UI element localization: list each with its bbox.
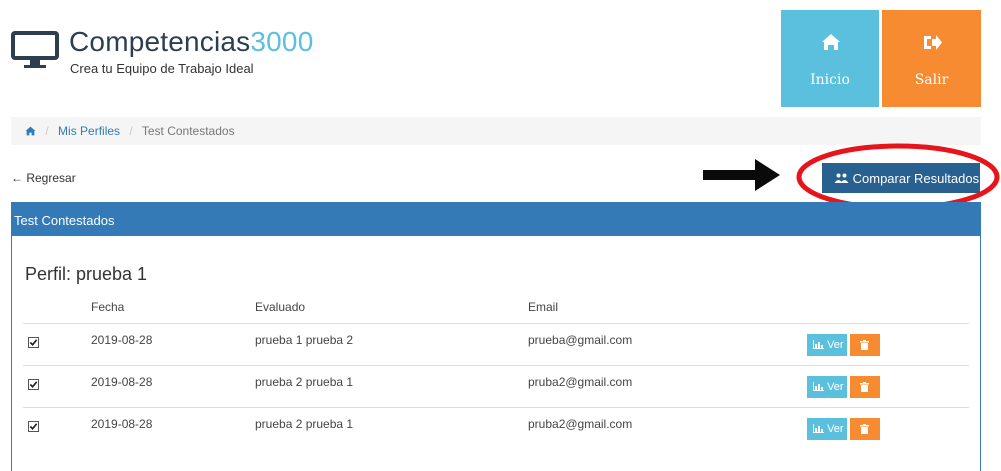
bar-chart-icon bbox=[813, 382, 824, 391]
breadcrumb: / Mis Perfiles / Test Contestados bbox=[11, 117, 981, 145]
cell-evaluated: prueba 1 prueba 2 bbox=[255, 333, 354, 347]
view-label: Ver bbox=[827, 423, 844, 435]
cell-email: prueba@gmail.com bbox=[528, 333, 633, 347]
breadcrumb-separator: / bbox=[45, 124, 49, 138]
row-checkbox[interactable] bbox=[28, 337, 39, 348]
brand-subtitle: Crea tu Equipo de Trabajo Ideal bbox=[70, 61, 254, 76]
panel-title: Test Contestados bbox=[12, 203, 980, 236]
row-checkbox[interactable] bbox=[28, 379, 39, 390]
trash-icon bbox=[860, 340, 869, 350]
view-button[interactable]: Ver bbox=[807, 376, 847, 398]
home-icon bbox=[822, 34, 840, 50]
arrow-left-icon: ← bbox=[11, 171, 23, 185]
table-row: 2019-08-28 prueba 1 prueba 2 prueba@gmai… bbox=[23, 323, 969, 365]
cell-evaluated: prueba 2 prueba 1 bbox=[255, 375, 354, 389]
view-button[interactable]: Ver bbox=[807, 334, 847, 356]
check-icon bbox=[29, 381, 38, 388]
sign-out-icon bbox=[924, 35, 942, 50]
table-row: 2019-08-28 prueba 2 prueba 1 pruba2@gmai… bbox=[23, 407, 969, 449]
back-label: Regresar bbox=[26, 171, 76, 185]
cell-date: 2019-08-28 bbox=[91, 375, 153, 389]
monitor-icon bbox=[11, 31, 59, 68]
delete-button[interactable] bbox=[850, 376, 880, 398]
home-icon[interactable] bbox=[25, 126, 36, 136]
cell-email: pruba2@gmail.com bbox=[528, 417, 633, 431]
logout-label: Salir bbox=[914, 72, 949, 88]
breadcrumb-separator: / bbox=[129, 124, 133, 138]
check-icon bbox=[29, 423, 38, 430]
cell-date: 2019-08-28 bbox=[91, 417, 153, 431]
breadcrumb-current: Test Contestados bbox=[141, 124, 235, 138]
logout-button[interactable]: Salir bbox=[882, 10, 981, 107]
view-button[interactable]: Ver bbox=[807, 418, 847, 440]
table-row: 2019-08-28 prueba 2 prueba 1 pruba2@gmai… bbox=[23, 365, 969, 407]
column-header-fecha: Fecha bbox=[91, 300, 125, 314]
header: Competencias3000 Crea tu Equipo de Traba… bbox=[0, 0, 1001, 110]
test-panel: Test Contestados Perfil: prueba 1 Fecha … bbox=[11, 202, 981, 471]
view-label: Ver bbox=[827, 339, 844, 351]
column-header-email: Email bbox=[528, 300, 559, 314]
check-icon bbox=[29, 339, 38, 346]
profile-title: Perfil: prueba 1 bbox=[25, 264, 148, 284]
row-checkbox[interactable] bbox=[28, 421, 39, 432]
home-label: Inicio bbox=[810, 72, 850, 88]
brand-title-number: 3000 bbox=[250, 26, 314, 57]
home-button[interactable]: Inicio bbox=[781, 10, 879, 107]
delete-button[interactable] bbox=[850, 418, 880, 440]
back-link[interactable]: ← Regresar bbox=[11, 171, 76, 185]
trash-icon bbox=[860, 382, 869, 392]
column-header-evaluado: Evaluado bbox=[255, 300, 306, 314]
cell-evaluated: prueba 2 prueba 1 bbox=[255, 417, 354, 431]
bar-chart-icon bbox=[813, 340, 824, 349]
brand-title[interactable]: Competencias3000 bbox=[69, 26, 313, 58]
delete-button[interactable] bbox=[850, 334, 880, 356]
cell-date: 2019-08-28 bbox=[91, 333, 153, 347]
cell-email: pruba2@gmail.com bbox=[528, 375, 633, 389]
brand-title-main: Competencias bbox=[69, 26, 251, 57]
trash-icon bbox=[860, 424, 869, 434]
annotation-arrow-icon bbox=[703, 159, 780, 191]
bar-chart-icon bbox=[813, 424, 824, 433]
breadcrumb-mis-perfiles[interactable]: Mis Perfiles bbox=[58, 124, 120, 138]
view-label: Ver bbox=[827, 381, 844, 393]
